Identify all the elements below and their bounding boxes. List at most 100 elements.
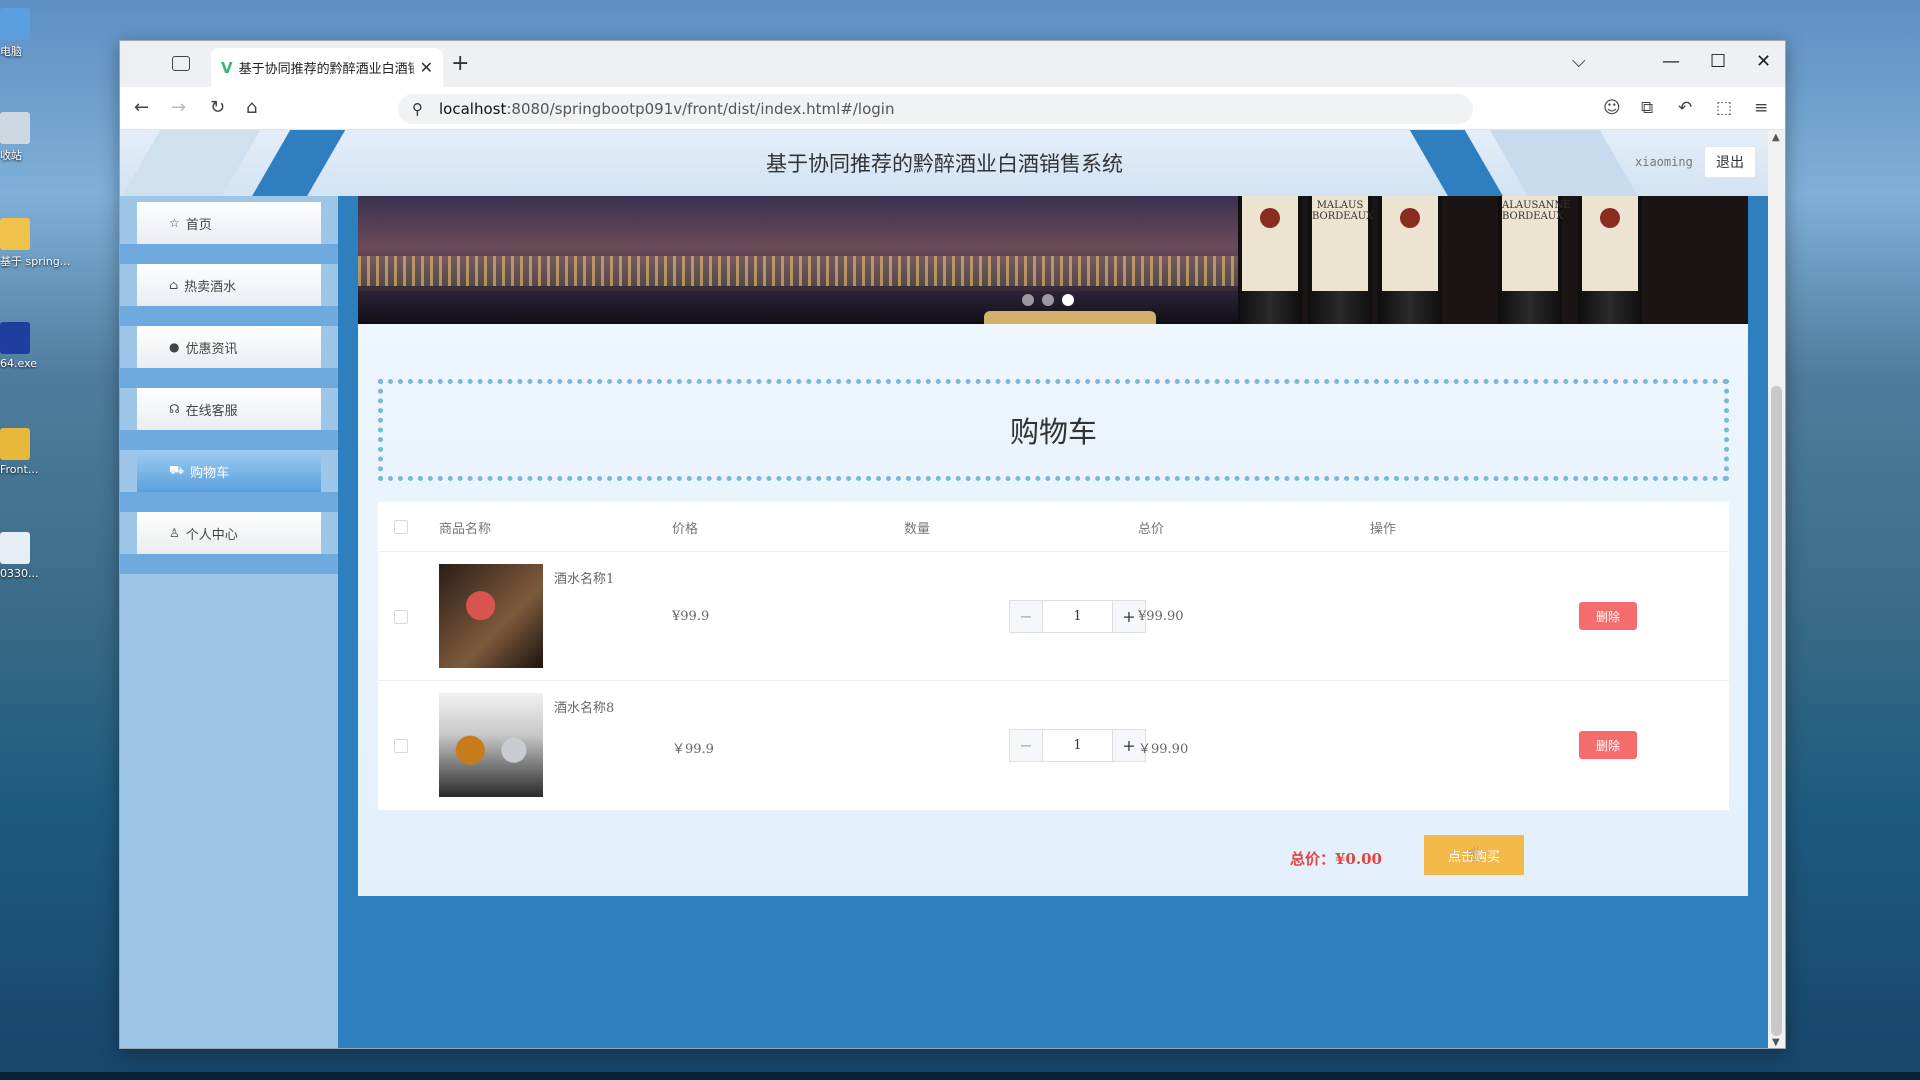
maximize-icon[interactable]: ☐ bbox=[1710, 51, 1726, 72]
sidebar-item-promotions[interactable]: ● 优惠资讯 bbox=[137, 326, 321, 368]
url-path: :8080/springbootp091v/front/dist/index.h… bbox=[506, 100, 895, 118]
desktop-icon-recycle-bin[interactable]: 收站 bbox=[0, 112, 38, 163]
sidebar-divider bbox=[120, 368, 338, 388]
cart-icon: ⛟ bbox=[169, 463, 185, 477]
sidebar-item-label: 个人中心 bbox=[185, 527, 238, 543]
sidebar-item-hot-drinks[interactable]: ⌂ 热卖酒水 bbox=[137, 264, 321, 306]
product-price: ¥99.9 bbox=[672, 609, 710, 624]
decrease-button[interactable]: − bbox=[1010, 601, 1043, 632]
delete-button[interactable]: 删除 bbox=[1579, 731, 1637, 759]
quantity-input[interactable]: 1 bbox=[1043, 601, 1112, 632]
sidebar-divider bbox=[120, 244, 338, 264]
carousel-dot[interactable] bbox=[1022, 294, 1034, 306]
column-header-action: 操作 bbox=[1370, 522, 1397, 537]
desktop-icon-label: 0330... bbox=[0, 567, 39, 580]
decrease-button[interactable]: − bbox=[1010, 730, 1043, 761]
sidebar-divider bbox=[120, 430, 338, 450]
sidebar-divider bbox=[120, 554, 338, 574]
delete-button[interactable]: 删除 bbox=[1579, 602, 1637, 630]
page-title: 购物车 bbox=[1009, 415, 1097, 449]
wine-bottle: MALAUS BORDEAUX bbox=[1308, 196, 1374, 324]
info-icon: ● bbox=[169, 340, 180, 354]
product-image[interactable] bbox=[439, 693, 543, 797]
page-scrollbar[interactable]: ▲ ▼ bbox=[1768, 130, 1785, 1048]
sidebar-item-cart[interactable]: ⛟ 购物车 bbox=[137, 450, 321, 492]
sidebar-item-label: 首页 bbox=[185, 217, 212, 233]
window-close-icon[interactable]: ✕ bbox=[1756, 51, 1771, 72]
carousel-dot-active[interactable] bbox=[1062, 294, 1074, 306]
sidebar: ☆ 首页 ⌂ 热卖酒水 ● 优惠资讯 ☊ 在线客服 ⛟ 购物车 ♙ 个人中心 bbox=[120, 196, 338, 1048]
tab-title: 基于协同推荐的黔醉酒业白酒销 bbox=[238, 62, 414, 77]
row-total: ¥99.90 bbox=[1138, 609, 1184, 624]
sidebar-divider bbox=[120, 492, 338, 512]
row-checkbox[interactable] bbox=[394, 739, 408, 753]
site-header: 基于协同推荐的黔醉酒业白酒销售系统 xiaoming 退出 bbox=[120, 130, 1769, 196]
product-image[interactable] bbox=[439, 564, 543, 668]
quantity-input[interactable]: 1 bbox=[1043, 730, 1112, 761]
carousel-dots bbox=[1022, 294, 1074, 306]
scrollbar-thumb[interactable] bbox=[1771, 386, 1782, 1036]
minimize-icon[interactable]: — bbox=[1662, 51, 1680, 72]
bottle-label: ALAUSANNE bbox=[1502, 200, 1571, 211]
sidebar-divider bbox=[120, 306, 338, 326]
home-icon[interactable]: ⌂ bbox=[246, 97, 257, 118]
sidebar-item-support[interactable]: ☊ 在线客服 bbox=[137, 388, 321, 430]
desktop-icon-file[interactable]: 0330... bbox=[0, 532, 38, 580]
back-icon[interactable]: ← bbox=[134, 97, 149, 118]
address-bar-row: ← → ↻ ⌂ ⚲ localhost :8080/springbootp091… bbox=[120, 87, 1785, 130]
undo-icon[interactable]: ↶ bbox=[1678, 98, 1692, 118]
tab-close-icon[interactable]: ✕ bbox=[420, 58, 433, 77]
banner-wine-bottles: MALAUS BORDEAUX ALAUSANNE BORDEAUX bbox=[1238, 196, 1748, 324]
forward-icon[interactable]: → bbox=[171, 97, 186, 118]
wine-bottle bbox=[1578, 196, 1642, 324]
desktop-icon-folder[interactable]: 基于 spring... bbox=[0, 218, 70, 269]
product-price: ￥99.9 bbox=[672, 742, 714, 757]
desktop-icon-computer[interactable]: 电脑 bbox=[0, 8, 38, 59]
quantity-stepper: − 1 + bbox=[1009, 729, 1146, 762]
sidebar-item-home[interactable]: ☆ 首页 bbox=[137, 202, 321, 244]
sidebar-item-label: 优惠资讯 bbox=[185, 341, 238, 357]
product-name[interactable]: 酒水名称1 bbox=[554, 568, 614, 587]
title-bar: V 基于协同推荐的黔醉酒业白酒销 ✕ + ⌵ — ☐ ✕ bbox=[120, 41, 1785, 87]
browser-tab[interactable]: V 基于协同推荐的黔醉酒业白酒销 ✕ bbox=[211, 48, 443, 87]
carousel-dot[interactable] bbox=[1042, 294, 1054, 306]
product-name[interactable]: 酒水名称8 bbox=[554, 697, 614, 716]
screenshot-icon[interactable]: ⧉ bbox=[1641, 98, 1653, 118]
select-all-checkbox[interactable] bbox=[394, 520, 408, 534]
sidebar-item-label: 热卖酒水 bbox=[184, 279, 237, 295]
username: xiaoming bbox=[1635, 155, 1693, 169]
mouse-cursor-icon: ☝ bbox=[1467, 842, 1480, 866]
column-header-total: 总价 bbox=[1138, 522, 1165, 537]
desktop-icon-label: 收站 bbox=[0, 149, 22, 162]
logout-button[interactable]: 退出 bbox=[1704, 146, 1756, 178]
scroll-up-icon[interactable]: ▲ bbox=[1772, 132, 1780, 143]
banner-carousel[interactable]: MALAUS BORDEAUX ALAUSANNE BORDEAUX bbox=[358, 196, 1748, 324]
tab-overview-icon[interactable] bbox=[172, 56, 190, 71]
column-header-qty: 数量 bbox=[904, 522, 931, 537]
url-field[interactable]: ⚲ localhost :8080/springbootp091v/front/… bbox=[398, 94, 1473, 124]
url-host: localhost bbox=[439, 100, 507, 118]
account-icon[interactable]: ☺ bbox=[1603, 98, 1621, 118]
tab-list-dropdown-icon[interactable]: ⌵ bbox=[1572, 51, 1586, 72]
cart-total: 总价：¥0.00 bbox=[1290, 850, 1382, 868]
vue-favicon-icon: V bbox=[221, 58, 233, 77]
extensions-icon[interactable]: ⬚ bbox=[1716, 98, 1732, 118]
menu-icon[interactable]: ≡ bbox=[1754, 98, 1768, 118]
scroll-down-icon[interactable]: ▼ bbox=[1772, 1037, 1780, 1048]
table-row: 酒水名称8 ￥99.9 − 1 + ￥99.90 删除 bbox=[378, 681, 1729, 810]
bottle-subtext: BORDEAUX bbox=[1312, 211, 1374, 222]
column-header-price: 价格 bbox=[672, 522, 699, 537]
new-tab-icon[interactable]: + bbox=[451, 51, 469, 76]
main-content: MALAUS BORDEAUX ALAUSANNE BORDEAUX 购物车 商… bbox=[358, 196, 1748, 896]
user-icon: ♙ bbox=[169, 526, 180, 540]
row-checkbox[interactable] bbox=[394, 610, 408, 624]
wine-bottle bbox=[1378, 196, 1442, 324]
table-header: 商品名称 价格 数量 总价 操作 bbox=[378, 502, 1729, 552]
desktop-icon-label: Front... bbox=[0, 463, 39, 476]
sidebar-item-profile[interactable]: ♙ 个人中心 bbox=[137, 512, 321, 554]
page-viewport: 基于协同推荐的黔醉酒业白酒销售系统 xiaoming 退出 ☆ 首页 ⌂ 热卖酒… bbox=[120, 130, 1769, 1048]
bottle-label: MALAUS bbox=[1316, 200, 1364, 211]
reload-icon[interactable]: ↻ bbox=[210, 97, 225, 118]
desktop-icon-front-folder[interactable]: Front... bbox=[0, 428, 38, 476]
desktop-icon-exe[interactable]: 64.exe bbox=[0, 322, 38, 370]
